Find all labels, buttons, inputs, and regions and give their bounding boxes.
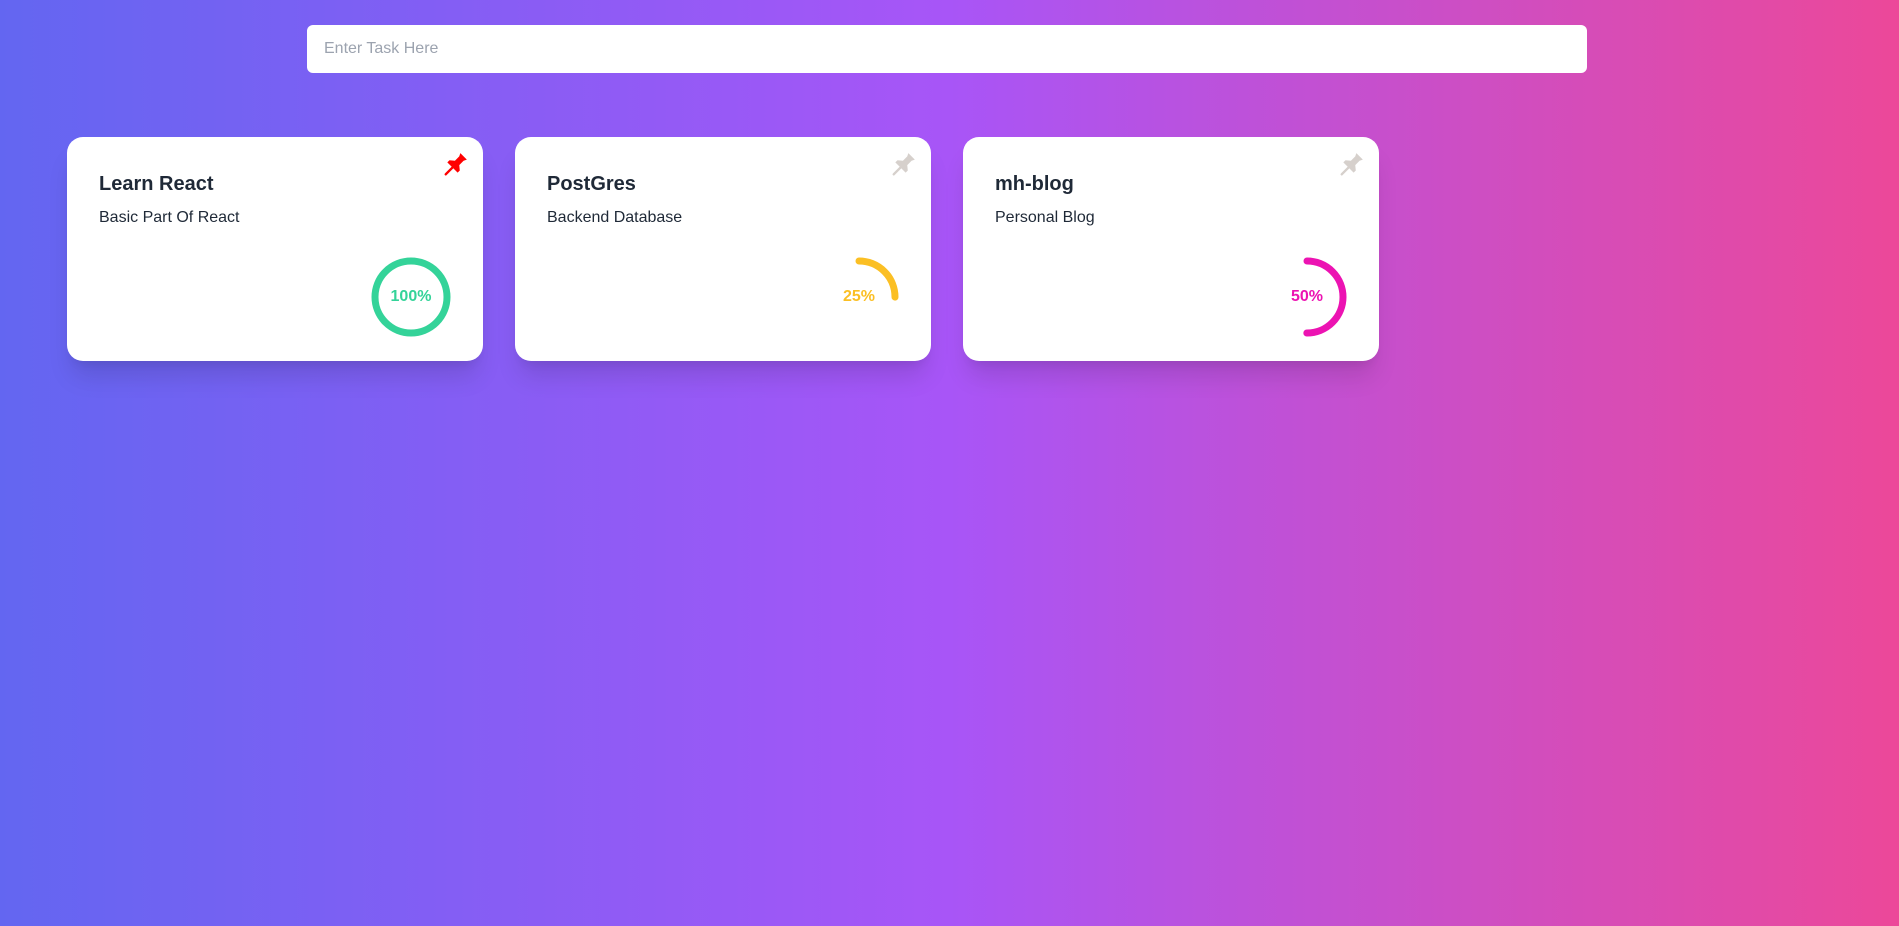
progress-percent: 100% [390, 288, 432, 305]
task-card[interactable]: PostGres Backend Database 25% [515, 137, 931, 361]
progress-ring: 25% [819, 257, 899, 337]
task-title: Learn React [99, 173, 214, 195]
pushpin-icon [892, 153, 915, 176]
task-card-list: Learn React Basic Part Of React 100% Pos… [67, 137, 1379, 361]
progress-percent: 25% [842, 288, 876, 305]
progress-ring: 100% [371, 257, 451, 337]
task-input[interactable] [307, 25, 1587, 73]
pushpin-icon [444, 153, 467, 176]
task-description: Personal Blog [995, 209, 1095, 226]
pin-button[interactable] [443, 151, 469, 177]
pushpin-icon [1340, 153, 1363, 176]
task-description: Backend Database [547, 209, 683, 226]
task-input-container [307, 25, 1587, 73]
task-title: mh-blog [995, 173, 1074, 195]
task-card[interactable]: mh-blog Personal Blog 50% [963, 137, 1379, 361]
pin-button[interactable] [891, 151, 917, 177]
progress-ring: 50% [1267, 257, 1347, 337]
task-description: Basic Part Of React [99, 209, 240, 226]
task-card[interactable]: Learn React Basic Part Of React 100% [67, 137, 483, 361]
task-title: PostGres [547, 173, 636, 195]
pin-button[interactable] [1339, 151, 1365, 177]
progress-percent: 50% [1290, 288, 1324, 305]
